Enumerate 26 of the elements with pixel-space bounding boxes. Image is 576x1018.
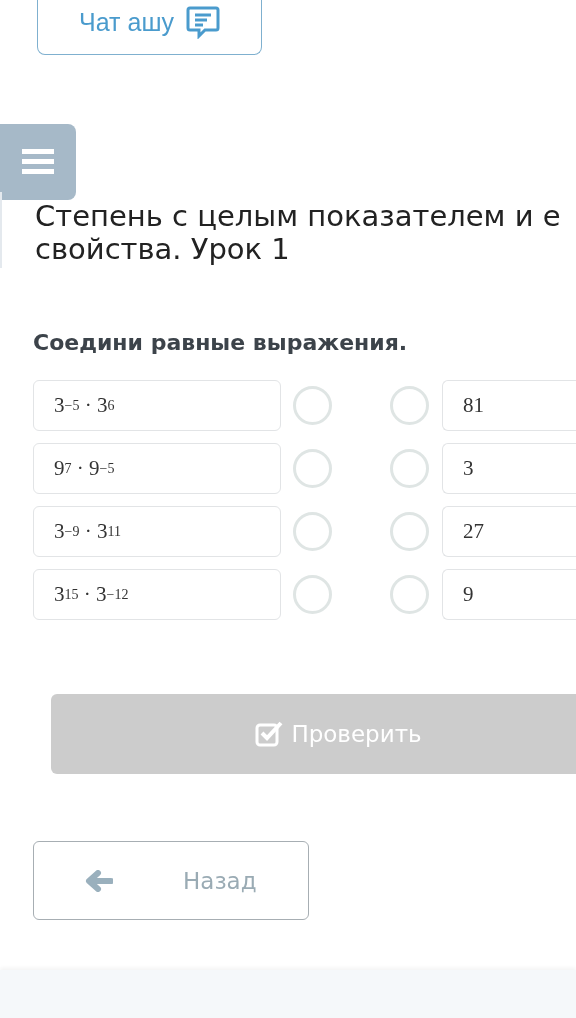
menu-button[interactable]: [0, 124, 76, 200]
match-dot[interactable]: [390, 386, 429, 425]
lesson-title: свойства. Урок 1: [35, 233, 291, 266]
match-dot[interactable]: [390, 512, 429, 551]
lesson-title: Степень с целым показателем и е: [35, 200, 561, 233]
match-dot[interactable]: [390, 449, 429, 488]
back-button[interactable]: Назад: [33, 841, 309, 920]
match-dot[interactable]: [293, 449, 332, 488]
expression-card: 9$^{7}$ · 9$^{−5}$: [33, 443, 281, 494]
checkbox-icon: [255, 720, 284, 748]
arrow-left-icon: [85, 869, 113, 892]
menu-icon: [20, 147, 56, 177]
chat-icon: [185, 5, 220, 39]
answer-card: 27: [442, 506, 576, 557]
instruction-text: Соедини равные выражения.: [33, 330, 409, 355]
chat-button[interactable]: Чат ашу: [37, 0, 262, 55]
expression-card: 3$^{−5}$ · 3$^{6}$: [33, 380, 281, 431]
answer-card: 3: [442, 443, 576, 494]
answer-card: 81: [442, 380, 576, 431]
match-dot[interactable]: [293, 575, 332, 614]
match-dot[interactable]: [293, 386, 332, 425]
expression-card: 3$^{15}$ · 3$^{−12}$: [33, 569, 281, 620]
match-dot[interactable]: [390, 575, 429, 614]
match-dot[interactable]: [293, 512, 332, 551]
answer-card: 9: [442, 569, 576, 620]
expression-card: 3$^{−9}$ · 3$^{11}$: [33, 506, 281, 557]
